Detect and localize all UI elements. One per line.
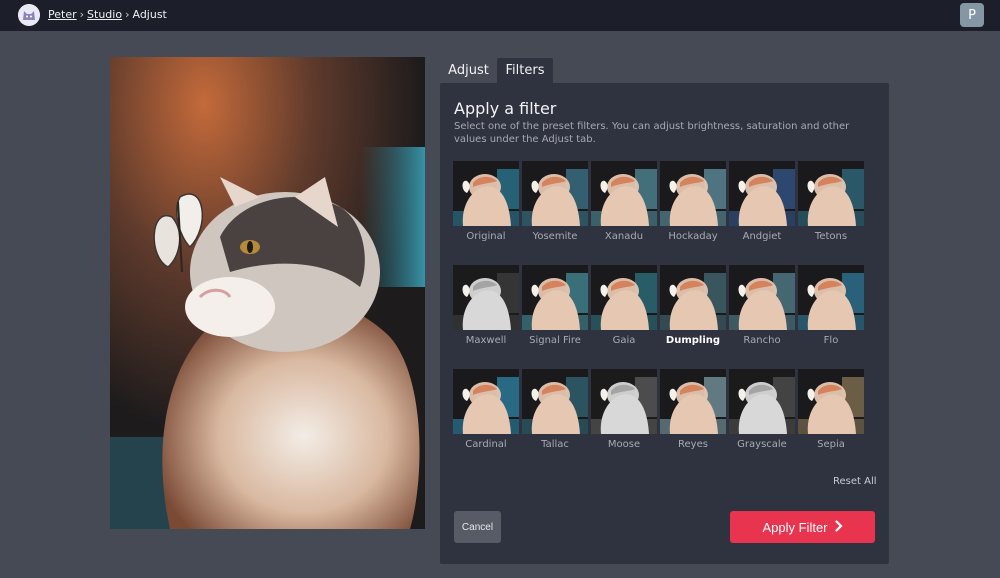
breadcrumb-link-peter[interactable]: Peter (48, 8, 77, 21)
filter-thumbnail (591, 161, 657, 226)
filter-option[interactable]: Reyes (660, 369, 726, 450)
filter-option[interactable]: Tetons (798, 161, 864, 242)
filter-option[interactable]: Grayscale (729, 369, 795, 450)
filter-label: Cardinal (465, 439, 507, 450)
filter-thumbnail (729, 161, 795, 226)
breadcrumb-separator: › (79, 8, 85, 21)
filter-label: Gaia (612, 335, 636, 346)
filter-thumbnail (660, 265, 726, 330)
filter-label: Xanadu (604, 231, 644, 242)
filter-label: Moose (607, 439, 641, 450)
filter-label: Tallac (541, 439, 569, 450)
filter-label: Rancho (743, 335, 781, 346)
filter-thumbnail (798, 265, 864, 330)
filter-thumbnail (798, 161, 864, 226)
filter-option[interactable]: Dumpling (660, 265, 726, 346)
filter-option[interactable]: Flo (798, 265, 864, 346)
filter-thumbnail (729, 265, 795, 330)
filter-option[interactable]: Sepia (798, 369, 864, 450)
filter-label: Maxwell (465, 335, 507, 346)
filter-thumbnail (522, 369, 588, 434)
filter-label: Hockaday (668, 231, 718, 242)
filter-label: Signal Fire (529, 335, 581, 346)
app-logo-icon[interactable] (18, 4, 40, 26)
filter-label: Andgiet (742, 231, 782, 242)
filter-option[interactable]: Maxwell (453, 265, 519, 346)
filter-option[interactable]: Original (453, 161, 519, 242)
breadcrumb-current: Adjust (132, 8, 167, 21)
filter-label: Original (466, 231, 506, 242)
filter-label: Tetons (814, 231, 848, 242)
breadcrumb-separator: › (125, 8, 130, 21)
apply-filter-button[interactable]: Apply Filter (730, 511, 875, 543)
tab-adjust[interactable]: Adjust (441, 58, 496, 83)
user-avatar-button[interactable]: P (960, 3, 984, 27)
breadcrumb: Peter › Studio › Adjust (48, 8, 167, 21)
filter-option[interactable]: Cardinal (453, 369, 519, 450)
filter-thumbnail (798, 369, 864, 434)
filter-option[interactable]: Xanadu (591, 161, 657, 242)
filter-thumbnail (729, 369, 795, 434)
filter-thumbnail (660, 161, 726, 226)
filter-thumbnail (453, 161, 519, 226)
filter-option[interactable]: Moose (591, 369, 657, 450)
filter-thumbnail (522, 265, 588, 330)
filter-label: Reyes (678, 439, 708, 450)
photo-preview (110, 57, 425, 529)
filter-label: Yosemite (532, 231, 578, 242)
apply-filter-label: Apply Filter (762, 519, 828, 535)
breadcrumb-link-studio[interactable]: Studio (87, 8, 122, 21)
filter-thumbnail (453, 265, 519, 330)
filter-label: Grayscale (737, 439, 787, 450)
filter-label: Sepia (817, 439, 845, 450)
filter-thumbnail (591, 265, 657, 330)
filter-thumbnail (522, 161, 588, 226)
filter-option[interactable]: Signal Fire (522, 265, 588, 346)
filter-label: Dumpling (665, 335, 721, 346)
filter-label: Flo (823, 335, 839, 346)
cancel-button[interactable]: Cancel (454, 511, 501, 543)
panel-title: Apply a filter (454, 99, 557, 118)
filter-option[interactable]: Gaia (591, 265, 657, 346)
filter-panel: Apply a filter Select one of the preset … (440, 83, 889, 564)
filter-thumbnail (591, 369, 657, 434)
filter-option[interactable]: Andgiet (729, 161, 795, 242)
panel-description: Select one of the preset filters. You ca… (454, 121, 850, 145)
filter-option[interactable]: Rancho (729, 265, 795, 346)
top-bar: Peter › Studio › Adjust P (0, 0, 1000, 31)
filter-option[interactable]: Hockaday (660, 161, 726, 242)
filter-thumbnail (453, 369, 519, 434)
chevron-right-icon (834, 519, 843, 535)
filter-option[interactable]: Yosemite (522, 161, 588, 242)
filter-option[interactable]: Tallac (522, 369, 588, 450)
reset-all-button[interactable]: Reset All (833, 476, 877, 487)
tab-filters[interactable]: Filters (497, 58, 553, 83)
filter-thumbnail (660, 369, 726, 434)
